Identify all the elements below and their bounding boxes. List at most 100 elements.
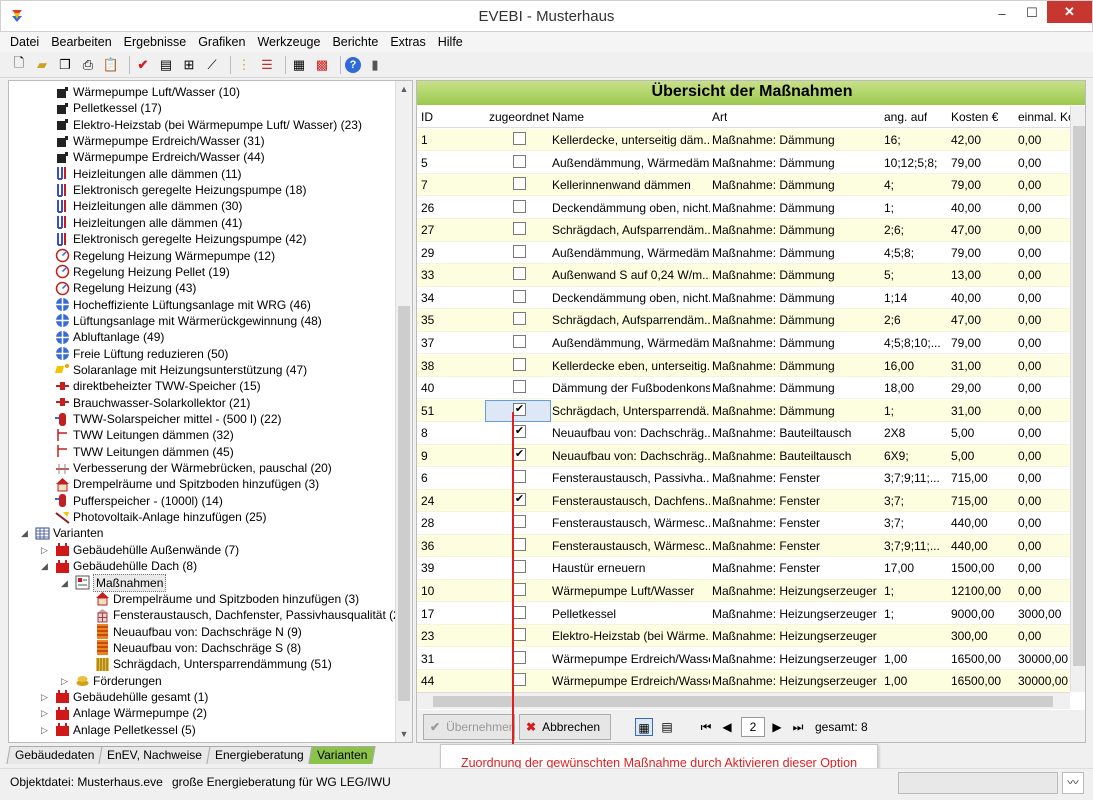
maximize-button[interactable]: ☐ bbox=[1017, 1, 1047, 25]
grid-vscrollbar[interactable] bbox=[1070, 106, 1085, 692]
assigned-checkbox[interactable] bbox=[513, 177, 526, 191]
scroll-down-icon[interactable]: ▼ bbox=[396, 726, 412, 742]
assigned-checkbox[interactable] bbox=[513, 673, 526, 687]
tree-item[interactable]: Hocheffiziente Lüftungsanlage mit WRG (4… bbox=[55, 297, 311, 313]
assigned-checkbox[interactable] bbox=[513, 470, 526, 484]
tree-item[interactable]: Drempelräume und Spitzboden hinzufügen (… bbox=[55, 476, 319, 492]
tree-item[interactable]: Wärmepumpe Erdreich/Wasser (31) bbox=[55, 133, 265, 149]
tree-item[interactable]: Drempelräume und Spitzboden hinzufügen (… bbox=[95, 591, 359, 607]
tree-item[interactable]: Elektronisch geregelte Heizungspumpe (42… bbox=[55, 231, 306, 247]
tree-item[interactable]: Elektro-Heizstab (bei Wärmepumpe Luft/ W… bbox=[55, 117, 362, 133]
menu-werkzeuge[interactable]: Werkzeuge bbox=[257, 35, 320, 49]
grid-view-icon[interactable]: ▦ bbox=[635, 718, 653, 736]
assigned-checkbox[interactable] bbox=[513, 628, 526, 642]
prev-page-icon[interactable]: ◀ bbox=[718, 718, 736, 736]
document-icon[interactable]: ▦ bbox=[290, 56, 308, 74]
assigned-checkbox[interactable] bbox=[513, 132, 526, 145]
exit-icon[interactable]: ▮ bbox=[366, 56, 384, 74]
grid-hscrollbar[interactable] bbox=[417, 692, 1070, 709]
check-icon[interactable]: ✔ bbox=[134, 56, 152, 74]
tree-item[interactable]: Regelung Heizung Wärmepumpe (12) bbox=[55, 248, 275, 264]
tree-item[interactable]: Anlage Pelletkessel (5) bbox=[55, 722, 196, 738]
table-row[interactable]: 37 Außendämmung, Wärmedäm... Maßnahme: Däm… bbox=[417, 331, 1070, 355]
assigned-checkbox[interactable] bbox=[513, 267, 526, 281]
last-page-icon[interactable]: ⏭ bbox=[789, 718, 807, 736]
paste-icon[interactable]: 📋 bbox=[102, 56, 120, 74]
page-number-input[interactable]: 2 bbox=[741, 717, 765, 737]
tree-item[interactable]: Schrägdach, Untersparrendämmung (51) bbox=[95, 656, 332, 672]
tree-item[interactable]: Wärmepumpe Luft/Wasser (10) bbox=[55, 84, 240, 100]
tree-item[interactable]: Gebäudehülle Dach (8) bbox=[55, 558, 197, 574]
table-row[interactable]: 36 Fensteraustausch, Wärmesc... Maßnahme: … bbox=[417, 534, 1070, 558]
tree-item[interactable]: Regelung Heizung (43) bbox=[55, 280, 196, 296]
tree-item[interactable]: TWW Leitungen dämmen (32) bbox=[55, 427, 234, 443]
tree-item[interactable]: Brauchwasser-Solarkollektor (21) bbox=[55, 395, 250, 411]
tree-item[interactable]: Anlage Wärmepumpe (2) bbox=[55, 705, 207, 721]
tree-expander-icon[interactable]: ▷ bbox=[41, 545, 48, 556]
apply-button[interactable]: ✔ Übernehmen bbox=[423, 714, 515, 740]
table-row[interactable]: 35 Schrägdach, Aufsparrendäm... Maßnahme: … bbox=[417, 309, 1070, 332]
assigned-checkbox[interactable] bbox=[513, 154, 526, 168]
assigned-checkbox[interactable] bbox=[513, 537, 526, 551]
tree-icon[interactable]: ⋮ bbox=[235, 56, 253, 74]
scroll-up-icon[interactable]: ▲ bbox=[396, 81, 412, 97]
tool-icon[interactable]: ⟋ bbox=[203, 56, 221, 74]
activity-icon[interactable]: 〰 bbox=[1062, 772, 1084, 794]
tree-item[interactable]: Heizleitungen alle dämmen (30) bbox=[55, 198, 242, 214]
chart-icon[interactable]: ▩ bbox=[313, 56, 331, 74]
assigned-checkbox[interactable] bbox=[513, 650, 526, 664]
tree-scroll-thumb[interactable] bbox=[398, 306, 410, 701]
tree-expander-icon[interactable]: ▷ bbox=[41, 725, 48, 736]
list-icon[interactable]: ☰ bbox=[258, 56, 276, 74]
tree-item[interactable]: Gebäudehülle Außenwände (7) bbox=[55, 542, 239, 558]
tree-item[interactable]: Varianten bbox=[35, 525, 103, 541]
assigned-checkbox[interactable]: ✔ bbox=[513, 402, 526, 416]
assigned-checkbox[interactable]: ✔ bbox=[513, 447, 526, 461]
tree-item[interactable]: Neuaufbau von: Dachschräge N (9) bbox=[95, 624, 302, 640]
menu-ergebnisse[interactable]: Ergebnisse bbox=[124, 35, 187, 49]
tree-item[interactable]: direktbeheizter TWW-Speicher (15) bbox=[55, 378, 261, 394]
table-row[interactable]: 26 Deckendämmung oben, nicht... Maßnahme: … bbox=[417, 196, 1070, 220]
col-einmal[interactable]: einmal. Ko bbox=[1018, 110, 1070, 124]
tab-gebaeudedaten[interactable]: Gebäudedaten bbox=[6, 746, 103, 764]
table-row[interactable]: 8 Neuaufbau von: Dachschräg... Maßnahme: B… bbox=[417, 422, 1070, 445]
assigned-checkbox[interactable] bbox=[513, 222, 526, 236]
next-page-icon[interactable]: ▶ bbox=[768, 718, 786, 736]
tree-expander-icon[interactable]: ▷ bbox=[61, 676, 68, 687]
tree-item[interactable]: Fensteraustausch, Dachfenster, Passivhau… bbox=[95, 607, 411, 623]
assigned-checkbox[interactable] bbox=[513, 357, 526, 371]
table-row[interactable]: 10 Wärmepumpe Luft/Wasser Maßnahme: Heizun… bbox=[417, 580, 1070, 603]
tree-item[interactable]: Neuaufbau von: Dachschräge S (8) bbox=[95, 640, 301, 656]
tree-item[interactable]: Heizleitungen alle dämmen (41) bbox=[55, 215, 242, 231]
tab-enev[interactable]: EnEV, Nachweise bbox=[98, 746, 211, 764]
open-folder-icon[interactable]: ▰ bbox=[33, 56, 51, 74]
new-doc-icon[interactable]: 🗋 bbox=[10, 55, 28, 74]
tree-expander-icon[interactable]: ◢ bbox=[41, 561, 48, 572]
table-row[interactable]: 33 Außenwand S auf 0,24 W/m... Maßnahme: D… bbox=[417, 264, 1070, 287]
tree-item[interactable]: Solaranlage mit Heizungsunterstützung (4… bbox=[55, 362, 307, 378]
assigned-checkbox[interactable] bbox=[513, 380, 526, 394]
menu-bearbeiten[interactable]: Bearbeiten bbox=[51, 35, 111, 49]
tab-energieberatung[interactable]: Energieberatung bbox=[206, 746, 313, 764]
tree-item[interactable]: Elektronisch geregelte Heizungspumpe (18… bbox=[55, 182, 306, 198]
col-name[interactable]: Name bbox=[552, 110, 584, 124]
tree-scrollbar[interactable]: ▲ ▼ bbox=[395, 81, 412, 742]
tree-item[interactable]: Abluftanlage (49) bbox=[55, 329, 164, 345]
menu-hilfe[interactable]: Hilfe bbox=[438, 35, 463, 49]
assigned-checkbox[interactable] bbox=[513, 334, 526, 348]
calendar-icon[interactable]: ▤ bbox=[658, 718, 676, 736]
assigned-checkbox[interactable] bbox=[513, 583, 526, 596]
tab-varianten[interactable]: Varianten bbox=[308, 746, 377, 764]
assigned-checkbox[interactable] bbox=[513, 199, 526, 213]
col-id[interactable]: ID bbox=[421, 110, 433, 124]
calc-icon[interactable]: ⊞ bbox=[180, 56, 198, 74]
col-kosten[interactable]: Kosten € bbox=[951, 110, 998, 124]
col-zugeordnet[interactable]: zugeordnet bbox=[489, 110, 549, 124]
table-row[interactable]: 40 Dämmung der Fußbodenkons... Maßnahme: D… bbox=[417, 377, 1070, 400]
menu-datei[interactable]: Datei bbox=[10, 35, 39, 49]
tree-item[interactable]: TWW Leitungen dämmen (45) bbox=[55, 444, 234, 460]
tree-item[interactable]: Lüftungsanlage mit Wärmerückgewinnung (4… bbox=[55, 313, 322, 329]
table-row[interactable]: 38 Kellerdecke eben, unterseitig... Maßnah… bbox=[417, 354, 1070, 377]
assigned-checkbox[interactable] bbox=[513, 244, 526, 258]
menu-extras[interactable]: Extras bbox=[390, 35, 425, 49]
